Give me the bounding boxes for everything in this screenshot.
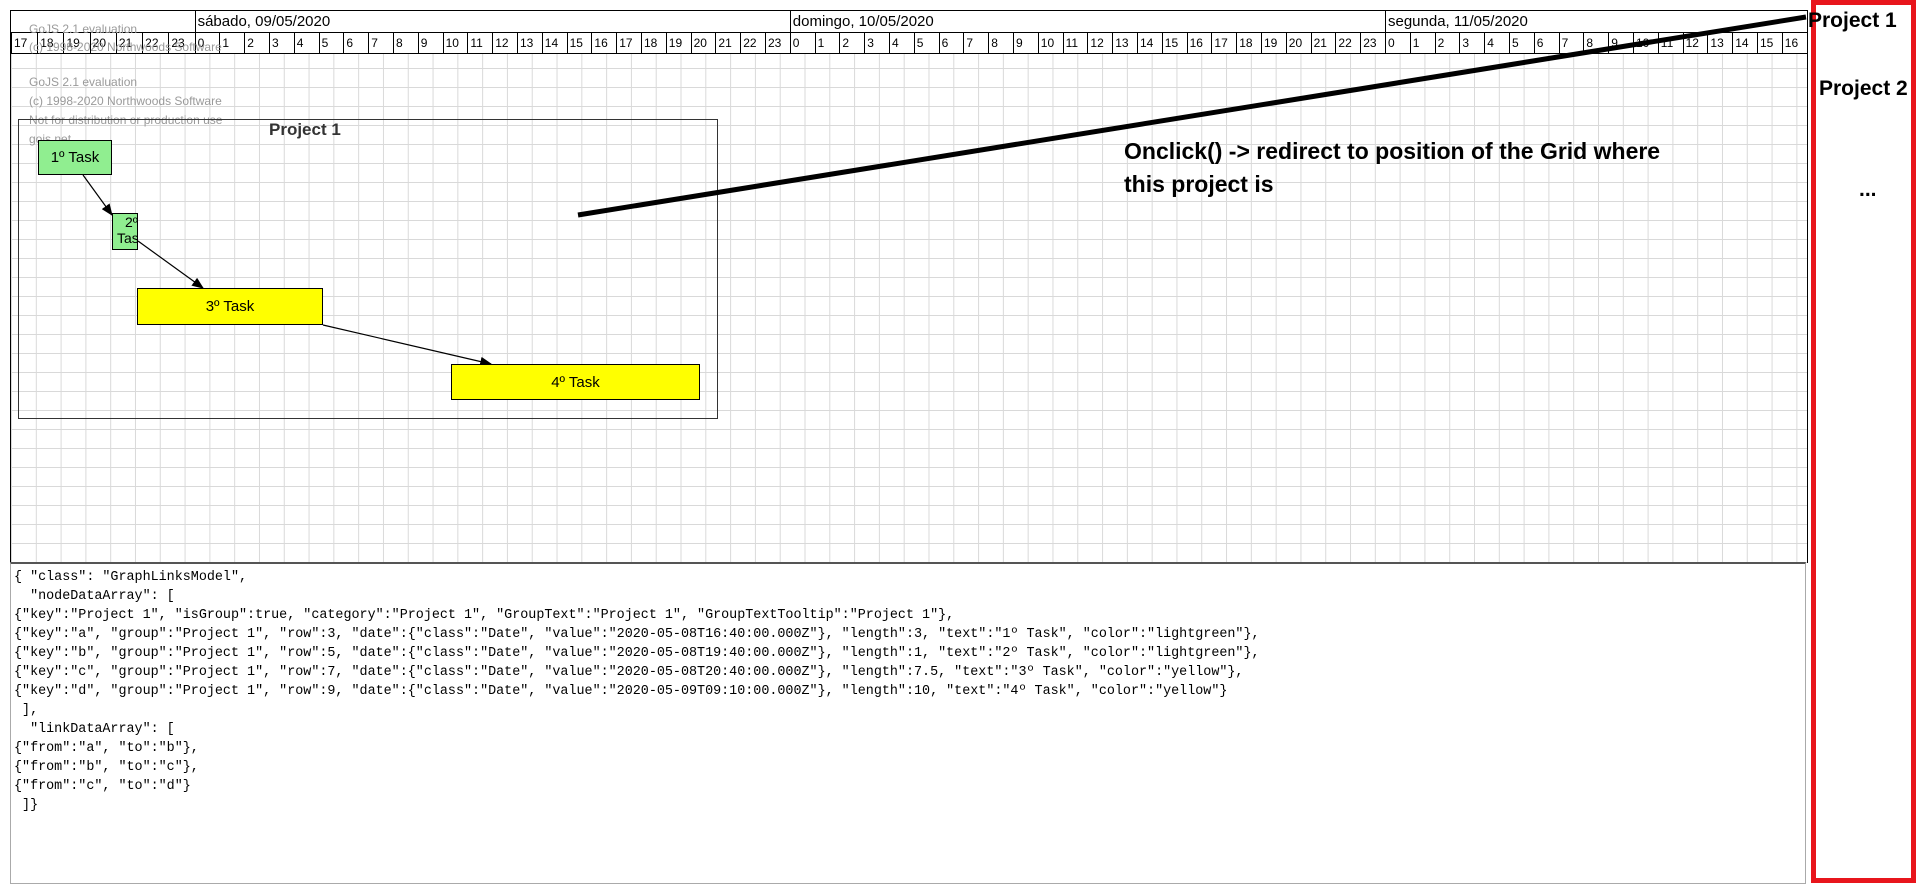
sidebar-item-more[interactable]: ... (1859, 178, 1877, 202)
link-b-c (137, 240, 204, 289)
gantt-diagram[interactable]: sábado, 09/05/2020 domingo, 10/05/2020 seg… (10, 10, 1808, 563)
sidebar-item-project-1[interactable]: Project 1 (1808, 9, 1897, 33)
model-json-textarea[interactable]: { "class": "GraphLinksModel", "nodeDataA… (10, 562, 1806, 884)
model-json-text: { "class": "GraphLinksModel", "nodeDataA… (14, 570, 1260, 813)
link-a-b (82, 174, 113, 216)
task-links (82, 174, 493, 367)
link-c-d (322, 324, 493, 367)
project-sidebar: Project 1 Project 2 ... (1808, 0, 1916, 883)
annotation-line-1: Onclick() -> redirect to position of the… (1124, 138, 1661, 164)
task-node-d[interactable]: 4º Task (451, 364, 700, 400)
annotation-line-2: this project is (1124, 171, 1274, 197)
task-node-c[interactable]: 3º Task (137, 288, 323, 325)
task-node-b[interactable]: 2º Task (112, 213, 138, 250)
sidebar-item-project-2[interactable]: Project 2 (1819, 77, 1908, 101)
annotation-text: Onclick() -> redirect to position of the… (1124, 135, 1660, 201)
task-node-a[interactable]: 1º Task (38, 140, 112, 175)
